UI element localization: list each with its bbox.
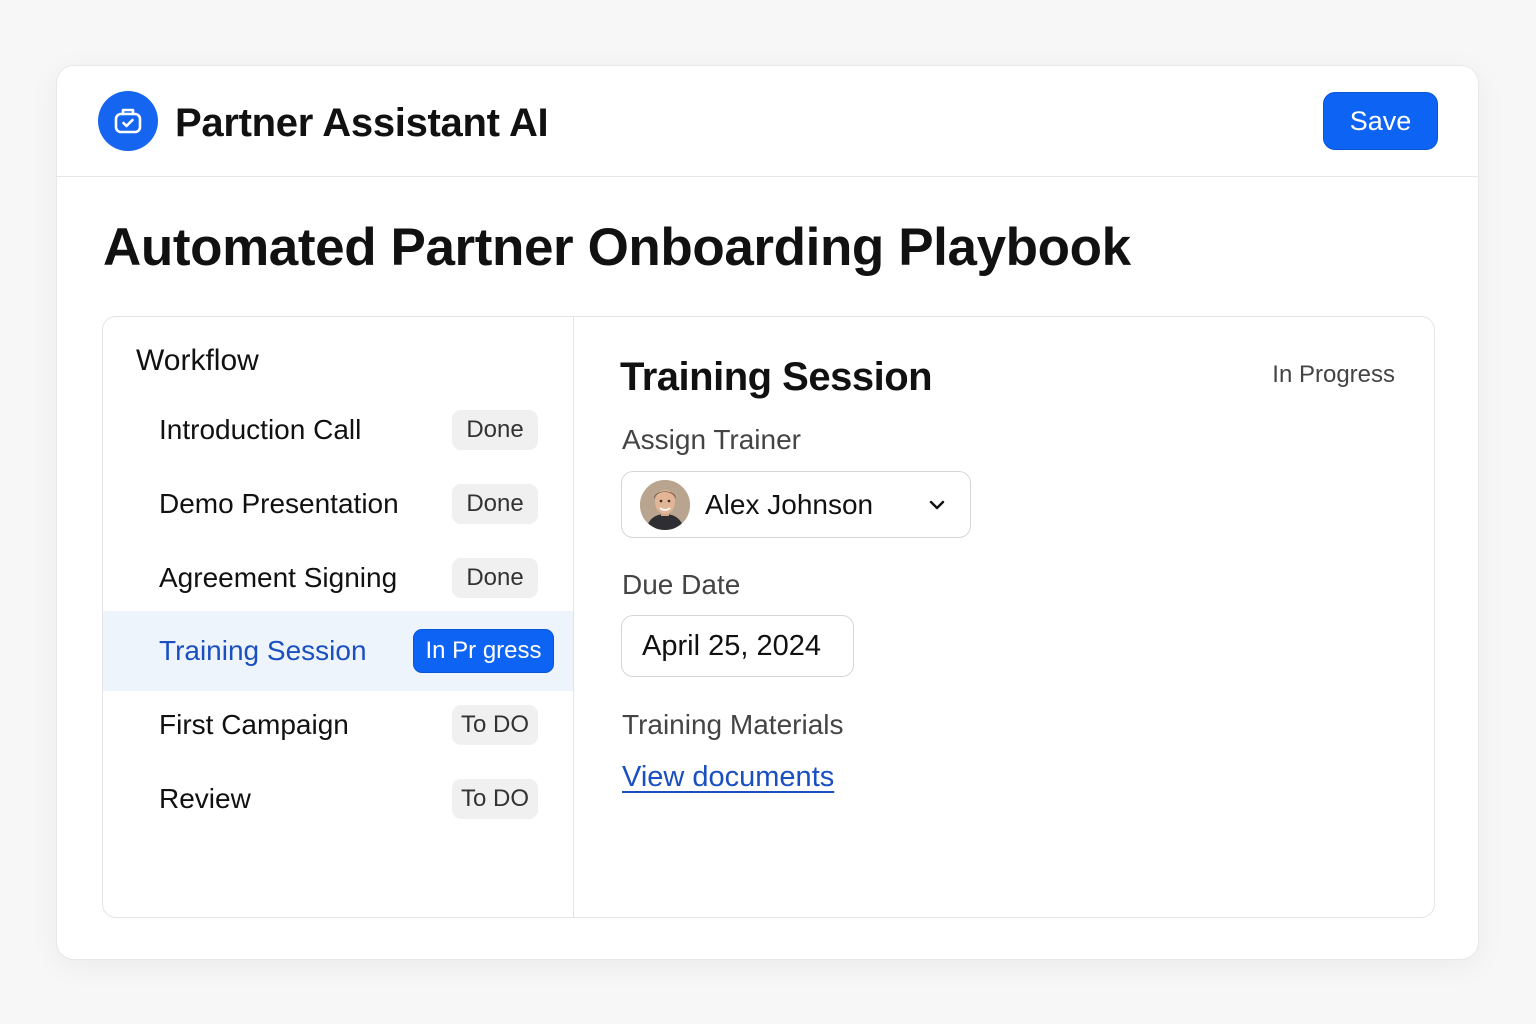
status-badge: To DO: [452, 705, 538, 745]
workflow-item-label: Introduction Call: [159, 414, 362, 445]
view-documents-link[interactable]: View documents: [622, 759, 834, 795]
workflow-item-label: Training Session: [159, 635, 367, 666]
task-detail: Training Session In Progress Assign Trai…: [575, 317, 1434, 917]
workflow-item-label: Demo Presentation: [159, 488, 399, 519]
workflow-item-first-campaign[interactable]: First Campaign To DO: [103, 685, 573, 765]
assign-trainer-label: Assign Trainer: [622, 424, 801, 455]
workflow-item-introduction-call[interactable]: Introduction Call Done: [103, 390, 573, 470]
app-title: Partner Assistant AI: [175, 101, 549, 145]
status-badge: Done: [452, 558, 538, 598]
due-date-label: Due Date: [622, 569, 741, 600]
status-badge: Done: [452, 410, 538, 450]
trainer-dropdown[interactable]: Alex Johnson: [621, 471, 971, 538]
status-badge: To DO: [452, 779, 538, 819]
training-materials-label: Training Materials: [622, 709, 844, 740]
workflow-item-training-session[interactable]: Training Session In Pr gress: [103, 611, 573, 691]
top-bar: Partner Assistant AI Save: [57, 66, 1478, 177]
avatar: [640, 480, 690, 530]
workflow-sidebar: Workflow Introduction Call Done Demo Pre…: [103, 317, 574, 917]
chevron-down-icon: [929, 500, 945, 510]
playbook-panel: Workflow Introduction Call Done Demo Pre…: [102, 316, 1435, 918]
workflow-item-review[interactable]: Review To DO: [103, 759, 573, 839]
save-button[interactable]: Save: [1323, 92, 1438, 150]
workflow-item-label: Agreement Signing: [159, 562, 398, 593]
status-badge: In Pr gress: [413, 629, 554, 673]
trainer-name: Alex Johnson: [705, 488, 874, 520]
page-title: Automated Partner Onboarding Playbook: [103, 218, 1131, 277]
workflow-heading: Workflow: [136, 344, 259, 377]
workflow-item-label: Review: [159, 783, 251, 814]
task-status: In Progress: [1272, 361, 1395, 388]
status-badge: Done: [452, 484, 538, 524]
task-title: Training Session: [620, 355, 933, 399]
workflow-item-agreement-signing[interactable]: Agreement Signing Done: [103, 538, 573, 618]
robot-icon: [98, 91, 158, 151]
due-date-field[interactable]: [621, 615, 854, 677]
workflow-item-demo-presentation[interactable]: Demo Presentation Done: [103, 464, 573, 544]
app-window: Partner Assistant AI Save Automated Part…: [56, 65, 1479, 960]
workflow-item-label: First Campaign: [159, 709, 349, 740]
